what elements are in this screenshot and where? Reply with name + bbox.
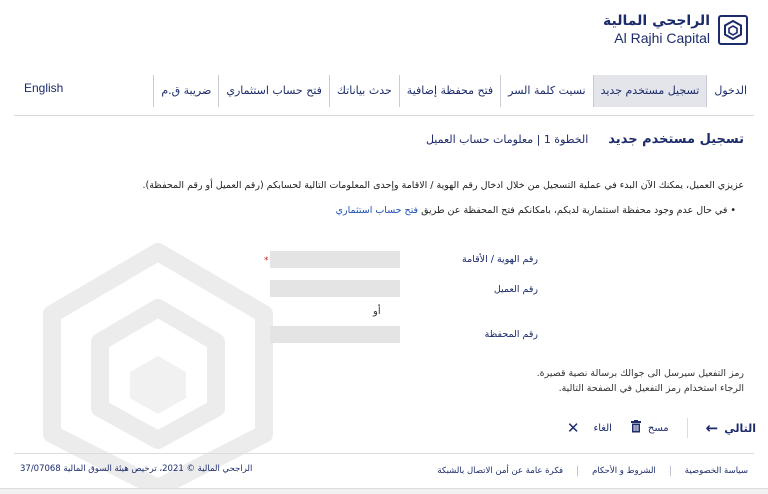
portfolio-number-input[interactable] (270, 326, 400, 343)
nav-item-register[interactable]: تسجيل مستخدم جديد (592, 75, 707, 107)
activation-note-line-2: الرجاء استخدام رمز التفعيل في الصفحة الت… (558, 383, 744, 394)
activation-note: رمز التفعيل سيرسل الى جوالك برسالة نصية … (537, 366, 744, 396)
form-actions: التالي ← مسح الغاء ✕ (526, 414, 756, 442)
brand-name-arabic: الراجحي المالية (603, 13, 710, 29)
clear-button-label: مسح (647, 422, 669, 434)
footer: سياسة الخصوصية الشروط و الأحكام فكرة عام… (20, 462, 748, 480)
bullet-text: في حال عدم وجود محفظة استثمارية لديكم، ب… (418, 205, 728, 216)
nav-item-additional-portfolio[interactable]: فتح محفظة إضافية (398, 75, 500, 107)
footer-link-terms[interactable]: الشروط و الأحكام (577, 466, 670, 476)
id-number-input[interactable] (270, 251, 400, 268)
page-title: تسجيل مستخدم جديد (608, 132, 744, 147)
next-button-label: التالي (724, 421, 756, 435)
next-button[interactable]: التالي ← (706, 419, 756, 437)
intro-text: عزيزي العميل، يمكنك الآن البدء في عملية … (142, 180, 744, 191)
brand-name-english: Al Rajhi Capital (614, 30, 710, 46)
nav-item-login[interactable]: الدخول (706, 75, 754, 107)
bullet-dot: • (727, 205, 736, 216)
client-number-input[interactable] (270, 280, 400, 297)
action-divider (686, 418, 688, 438)
activation-note-line-1: رمز التفعيل سيرسل الى جوالك برسالة نصية … (536, 368, 744, 379)
trash-icon (630, 419, 642, 437)
info-bullet: • في حال عدم وجود محفظة استثمارية لديكم،… (336, 205, 736, 216)
id-number-label: رقم الهوية / الأقامة (462, 254, 538, 265)
footer-link-security[interactable]: فكرة عامة عن أمن الاتصال بالشبكة (423, 466, 577, 476)
page-heading: تسجيل مستخدم جديد الخطوة 1 | معلومات حسا… (426, 132, 744, 147)
main-nav: الدخول تسجيل مستخدم جديد نسيت كلمة السر … (14, 75, 754, 107)
nav-item-forgot-password[interactable]: نسيت كلمة السر (500, 75, 592, 107)
window-bottom-bar (0, 488, 768, 494)
language-switch-link[interactable]: English (24, 75, 63, 107)
nav-item-vat[interactable]: ضريبة ق.م (153, 75, 218, 107)
cancel-button-label: الغاء (593, 422, 612, 434)
watermark-logo-icon (43, 243, 273, 494)
brand-text: الراجحي المالية Al Rajhi Capital (603, 13, 710, 47)
portfolio-number-label: رقم المحفظة (484, 329, 538, 340)
clear-button[interactable]: مسح (630, 419, 669, 437)
brand-logo-icon[interactable] (718, 15, 748, 45)
nav-item-open-account[interactable]: فتح حساب استثماري (218, 75, 329, 107)
arrow-left-icon: ← (705, 419, 719, 437)
nav-item-update-data[interactable]: حدث بياناتك (328, 75, 399, 107)
open-account-link[interactable]: فتح حساب استثماري (336, 205, 419, 216)
or-separator: أو (373, 306, 381, 317)
cancel-button[interactable]: الغاء ✕ (567, 419, 612, 437)
client-number-label: رقم العميل (493, 284, 538, 295)
footer-divider (14, 453, 754, 454)
close-icon: ✕ (566, 419, 580, 437)
nav-divider (14, 115, 754, 116)
footer-link-privacy[interactable]: سياسة الخصوصية (669, 466, 748, 476)
required-asterisk: * (264, 256, 269, 266)
footer-copyright: الراجحي المالية © 2021، ترخيص هيئة السوق… (20, 464, 253, 474)
step-indicator: الخطوة 1 | معلومات حساب العميل (425, 133, 589, 146)
brand-header: الراجحي المالية Al Rajhi Capital (603, 10, 748, 50)
